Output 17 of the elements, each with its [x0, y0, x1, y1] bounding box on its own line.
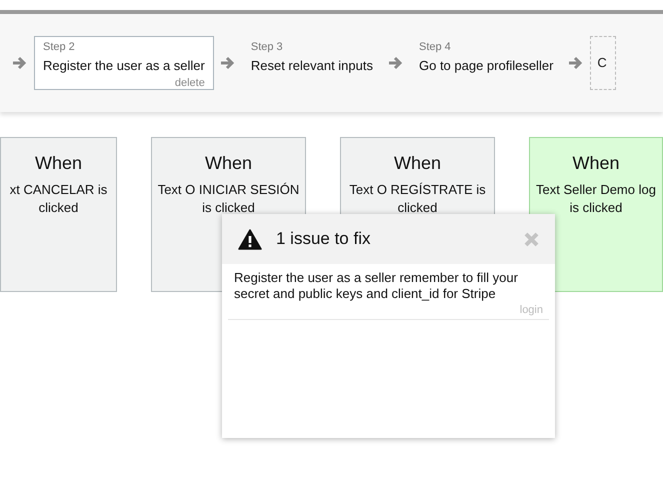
event-description: Text O REGÍSTRATE is clicked	[348, 181, 487, 217]
step-number: Step 4	[418, 40, 452, 55]
event-description: xt CANCELAR is clicked	[8, 181, 108, 217]
event-description: Text Seller Demo log is clicked	[535, 181, 657, 217]
event-heading: When	[394, 152, 442, 175]
event-heading: When	[572, 152, 620, 175]
event-description: Text O INICIAR SESIÓN is clicked	[156, 181, 300, 217]
event-heading: When	[34, 152, 82, 175]
issue-source: login	[520, 303, 543, 318]
step-title: Reset relevant inputs	[250, 56, 373, 75]
step-number: Step 2	[43, 40, 76, 55]
step-title: Register the user as a seller	[43, 56, 205, 75]
step-title: Go to page profileseller	[418, 56, 554, 75]
step-number: Step 3	[250, 40, 284, 55]
event-heading: When	[204, 152, 252, 175]
issue-message: Register the user as a seller remember to fill your secret and public keys and client_id for Stripe	[234, 270, 519, 302]
dialog-title: 1 issue to fix	[276, 228, 372, 250]
